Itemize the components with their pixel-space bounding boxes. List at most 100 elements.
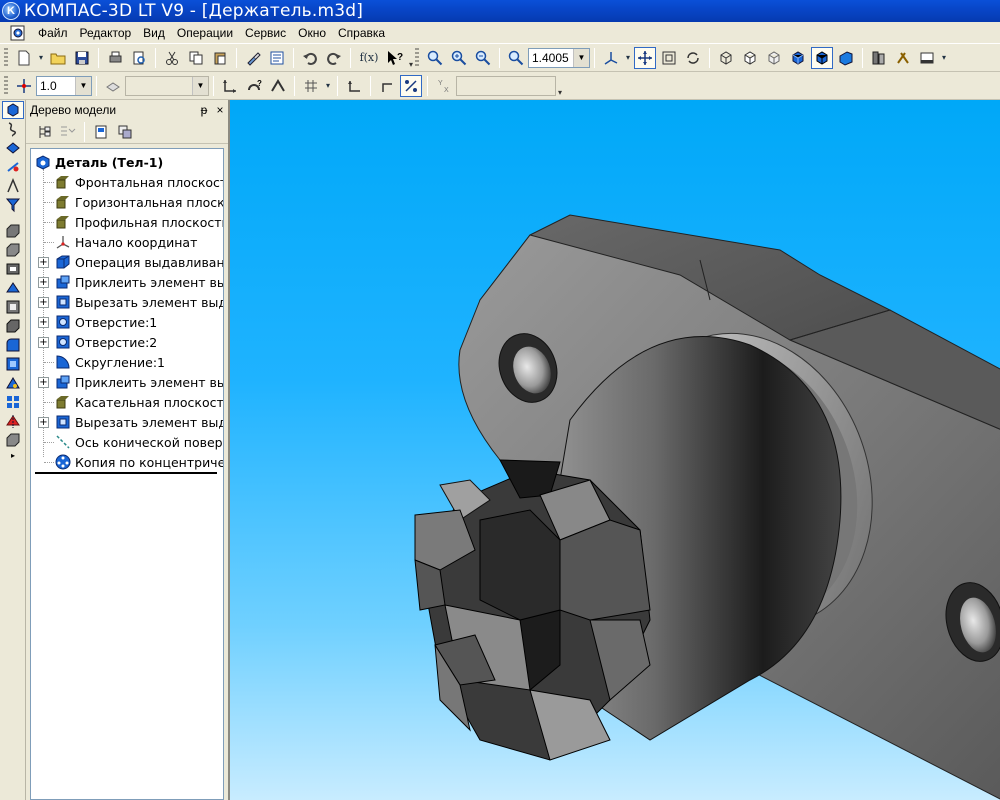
coordinate-system-icon[interactable] — [343, 75, 365, 97]
hidden-lines-icon[interactable] — [739, 47, 761, 69]
undo-icon[interactable] — [299, 47, 321, 69]
rib-tool-icon[interactable] — [2, 374, 24, 392]
format-brush-icon[interactable] — [242, 47, 264, 69]
edit-details-icon[interactable] — [2, 101, 24, 119]
library-manager-icon[interactable] — [868, 47, 890, 69]
coordinates-field[interactable] — [456, 75, 556, 96]
toolbar-grip[interactable] — [415, 47, 419, 68]
toolbar-grip[interactable] — [4, 47, 8, 68]
tree-item-tangent-plane[interactable]: Касательная плоскость:1 — [31, 392, 223, 412]
cursor-step-icon[interactable] — [13, 75, 35, 97]
properties-icon[interactable] — [266, 47, 288, 69]
holder-3d-model[interactable] — [230, 100, 1000, 800]
layer-icon[interactable] — [102, 75, 124, 97]
ortho-icon[interactable] — [376, 75, 398, 97]
cursor-step-combo[interactable]: 1.0 ▼ — [36, 75, 92, 96]
tree-order-icon[interactable] — [57, 121, 79, 143]
grid-dropdown-icon[interactable]: ▾ — [324, 75, 332, 97]
toolbar-overflow-icon[interactable]: ▾ — [556, 74, 564, 97]
pan-icon[interactable] — [634, 46, 656, 69]
shell-tool-icon[interactable] — [2, 355, 24, 373]
help-pointer-icon[interactable]: ? — [384, 47, 406, 69]
menu-service[interactable]: Сервис — [239, 23, 292, 43]
menu-file[interactable]: Файл — [32, 23, 74, 43]
rotate-icon[interactable] — [682, 47, 704, 69]
grid-icon[interactable] — [300, 75, 322, 97]
measure-icon[interactable] — [2, 177, 24, 195]
magnet-snap-icon[interactable]: ? — [243, 75, 265, 97]
wireframe-icon[interactable] — [715, 47, 737, 69]
expand-icon[interactable]: + — [38, 277, 49, 288]
chevron-down-icon[interactable]: ▼ — [192, 76, 208, 95]
style-combo[interactable]: ▼ — [125, 75, 209, 96]
local-cs-icon[interactable] — [219, 75, 241, 97]
snap-magnet-icon[interactable] — [267, 75, 289, 97]
panel-more-icon[interactable]: ▸ — [2, 450, 24, 460]
tree-item-profile-plane[interactable]: Профильная плоскость — [31, 212, 223, 232]
variables-fx-button[interactable]: f(x) — [356, 47, 382, 69]
close-icon[interactable]: × — [212, 103, 228, 117]
new-file-icon[interactable] — [13, 47, 35, 69]
zoom-scale-combo[interactable]: 1.4005 ▼ — [528, 47, 590, 68]
menu-operations[interactable]: Операции — [171, 23, 239, 43]
open-folder-icon[interactable] — [47, 47, 69, 69]
tree-item-hole-2[interactable]: + Отверстие:2 — [31, 332, 223, 352]
menu-help[interactable]: Справка — [332, 23, 391, 43]
expand-icon[interactable]: + — [38, 317, 49, 328]
tree-item-cut-1[interactable]: + Вырезать элемент выдавливания:1 — [31, 292, 223, 312]
expand-icon[interactable]: + — [38, 297, 49, 308]
panel-dropdown-icon[interactable]: ▾ — [940, 47, 948, 69]
perspective-icon[interactable] — [835, 47, 857, 69]
hidden-lines-thin-icon[interactable] — [763, 47, 785, 69]
new-dropdown-icon[interactable]: ▾ — [37, 47, 45, 69]
document-menu-icon[interactable] — [8, 24, 28, 42]
tree-item-conical-axis[interactable]: Ось конической поверхности:1 — [31, 432, 223, 452]
round-mode-icon[interactable] — [400, 74, 422, 97]
expand-icon[interactable]: + — [38, 417, 49, 428]
print-icon[interactable] — [104, 47, 126, 69]
loft-tool-icon[interactable] — [2, 279, 24, 297]
mirror-tool-icon[interactable] — [2, 412, 24, 430]
tree-root-item[interactable]: Деталь (Тел-1) — [31, 152, 223, 172]
orientation-icon[interactable] — [600, 47, 622, 69]
menu-window[interactable]: Окно — [292, 23, 332, 43]
chevron-down-icon[interactable]: ▼ — [75, 76, 91, 95]
zoom-in-icon[interactable] — [448, 47, 470, 69]
title-bar[interactable]: K КОМПАС-3D LT V9 - [Держатель.m3d] — [0, 0, 1000, 22]
save-icon[interactable] — [71, 47, 93, 69]
kinematic-tool-icon[interactable] — [2, 260, 24, 278]
tree-item-concentric-copy[interactable]: Копия по концентрической сетке:1 — [31, 452, 223, 472]
print-preview-icon[interactable] — [128, 47, 150, 69]
model-viewport[interactable] — [228, 100, 1000, 800]
zoom-all-icon[interactable] — [658, 47, 680, 69]
expand-icon[interactable]: + — [38, 337, 49, 348]
copy-icon[interactable] — [185, 47, 207, 69]
cut-extrude-tool-icon[interactable] — [2, 298, 24, 316]
paste-icon[interactable] — [209, 47, 231, 69]
status-panel-icon[interactable] — [916, 47, 938, 69]
menu-edit[interactable]: Редактор — [74, 23, 138, 43]
pin-icon[interactable]: ᵽ — [196, 103, 212, 117]
fillet-tool-icon[interactable] — [2, 336, 24, 354]
cut-rotate-tool-icon[interactable] — [2, 317, 24, 335]
halftone-contours-icon[interactable] — [811, 46, 833, 69]
zoom-out-icon[interactable] — [472, 47, 494, 69]
menu-view[interactable]: Вид — [137, 23, 171, 43]
chevron-down-icon[interactable]: ▼ — [573, 48, 589, 67]
tree-item-horizontal-plane[interactable]: Горизонтальная плоскость — [31, 192, 223, 212]
variables-icon[interactable] — [892, 47, 914, 69]
tree-item-cut-2[interactable]: + Вырезать элемент выдавливания:2 — [31, 412, 223, 432]
tree-item-extrusion-1[interactable]: + Операция выдавливания:1 — [31, 252, 223, 272]
array-tool-icon[interactable] — [2, 393, 24, 411]
tree-item-frontal-plane[interactable]: Фронтальная плоскость — [31, 172, 223, 192]
tree-detail-icon[interactable] — [90, 121, 112, 143]
cut-icon[interactable] — [161, 47, 183, 69]
extrude-tool-icon[interactable] — [2, 222, 24, 240]
toolbar-grip[interactable] — [4, 75, 8, 96]
zoom-window-icon[interactable] — [424, 47, 446, 69]
filter-icon[interactable] — [2, 196, 24, 214]
zoom-scale-icon[interactable] — [505, 47, 527, 69]
halftone-icon[interactable] — [787, 47, 809, 69]
tree-item-origin[interactable]: Начало координат — [31, 232, 223, 252]
delete-tool-icon[interactable] — [2, 431, 24, 449]
